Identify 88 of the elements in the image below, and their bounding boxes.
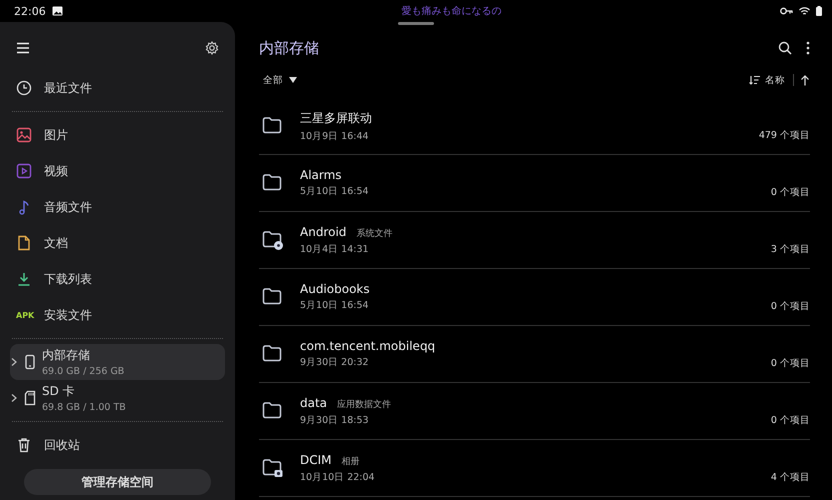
- sort-icon: [749, 75, 760, 85]
- sidebar-item[interactable]: 文档: [10, 225, 225, 261]
- key-icon: [780, 7, 793, 15]
- item-count: 0 个项目: [770, 186, 810, 199]
- trash-icon: [16, 437, 32, 453]
- file-name: data: [300, 396, 328, 410]
- sd-card-icon: [22, 390, 38, 406]
- file-date: 10月9日 16:44: [300, 130, 370, 142]
- document-icon: [16, 235, 32, 251]
- sidebar-item[interactable]: 下载列表: [10, 261, 225, 297]
- item-label: 图片: [44, 126, 68, 144]
- folder-tag: 系统文件: [356, 226, 392, 240]
- storage-name: 内部存储: [42, 347, 91, 364]
- sidebar-item[interactable]: APK 安装文件: [10, 297, 225, 333]
- storage-item[interactable]: SD 卡 69.8 GB / 1.00 TB: [10, 380, 225, 416]
- file-name: DCIM: [300, 452, 332, 466]
- settings-icon[interactable]: [205, 41, 219, 55]
- chevron-right-icon: [10, 357, 18, 367]
- folder-gear-icon: [262, 230, 283, 250]
- file-name: Alarms: [300, 168, 342, 182]
- folder-tag: 相册: [342, 454, 360, 468]
- file-date: 9月30日 18:53: [300, 414, 370, 426]
- storage-name: SD 卡: [42, 383, 76, 400]
- sidebar-item[interactable]: 音频文件: [10, 189, 225, 225]
- storage-usage: 69.0 GB / 256 GB: [42, 366, 124, 377]
- file-name: Audiobooks: [300, 282, 370, 296]
- file-name: com.tencent.mobileqq: [300, 339, 436, 353]
- item-count: 0 个项目: [770, 414, 810, 427]
- filter-dropdown[interactable]: 全部: [259, 74, 301, 86]
- battery-icon: [816, 6, 822, 16]
- file-date: 10月10日 22:04: [300, 470, 376, 484]
- sidebar-item[interactable]: 回收站: [10, 427, 225, 463]
- item-label: 下载列表: [44, 270, 92, 288]
- item-label: 音频文件: [44, 198, 92, 216]
- item-label: 回收站: [44, 436, 80, 454]
- item-label: 文档: [44, 234, 68, 252]
- file-date: 9月30日 20:32: [300, 356, 370, 369]
- item-count: 3 个项目: [770, 243, 810, 256]
- file-date: 5月10日 16:54: [300, 185, 370, 198]
- search-icon[interactable]: [778, 41, 792, 55]
- file-row[interactable]: DCIM 相册 10月10日 22:04 4 个项目: [259, 440, 810, 497]
- download-icon: [16, 271, 32, 287]
- page-title: 内部存储: [259, 38, 320, 58]
- chevron-right-icon: [10, 393, 18, 403]
- folder-camera-icon: [262, 458, 283, 478]
- apk-icon: APK: [16, 310, 32, 320]
- item-count: 479 个项目: [758, 129, 810, 142]
- more-options-icon[interactable]: [806, 41, 810, 55]
- gesture-handle[interactable]: [398, 22, 434, 25]
- file-row[interactable]: data 应用数据文件 9月30日 18:53 0 个项目: [259, 383, 810, 440]
- file-row[interactable]: com.tencent.mobileqq 9月30日 20:32 0 个项目: [259, 326, 810, 383]
- sidebar-item[interactable]: 最近文件: [10, 70, 225, 106]
- item-label: 视频: [44, 162, 68, 180]
- folder-icon: [262, 173, 283, 193]
- storage-usage: 69.8 GB / 1.00 TB: [42, 402, 126, 413]
- file-date: 10月4日 14:31: [300, 242, 370, 256]
- storage-item[interactable]: 内部存储 69.0 GB / 256 GB: [10, 344, 225, 380]
- item-count: 0 个项目: [770, 300, 810, 313]
- file-date: 5月10日 16:54: [300, 299, 370, 312]
- folder-icon: [262, 401, 283, 421]
- file-row[interactable]: 三星多屏联动 10月9日 16:44 479 个项目: [259, 98, 810, 155]
- file-row[interactable]: Android 系统文件 10月4日 14:31 3 个项目: [259, 212, 810, 269]
- folder-icon: [262, 116, 283, 136]
- image-icon: [52, 6, 63, 16]
- sort-button[interactable]: 名称: [747, 74, 787, 86]
- arrow-up-icon[interactable]: [800, 74, 810, 86]
- item-count: 4 个项目: [770, 471, 810, 484]
- dropdown-arrow-icon: [289, 77, 297, 83]
- notification-text: 愛も痛みも命になるの: [401, 4, 502, 18]
- file-row[interactable]: Audiobooks 5月10日 16:54 0 个项目: [259, 269, 810, 326]
- sidebar-item[interactable]: 图片: [10, 117, 225, 153]
- wifi-icon: [799, 6, 810, 16]
- status-time: 22:06: [14, 4, 46, 18]
- item-label: 最近文件: [44, 80, 92, 96]
- item-count: 0 个项目: [770, 357, 810, 370]
- play-icon: [16, 163, 32, 179]
- folder-tag: 应用数据文件: [337, 398, 392, 410]
- file-name: Android: [300, 224, 346, 238]
- file-row[interactable]: Alarms 5月10日 16:54 0 个项目: [259, 155, 810, 212]
- image-icon: [16, 127, 32, 143]
- manage-storage-button[interactable]: 管理存储空间: [24, 469, 211, 495]
- sidebar-item[interactable]: 视频: [10, 153, 225, 189]
- menu-icon[interactable]: [16, 42, 30, 54]
- item-label: 安装文件: [44, 306, 92, 324]
- folder-icon: [262, 287, 283, 307]
- folder-icon: [262, 344, 283, 364]
- file-name: 三星多屏联动: [300, 110, 372, 126]
- clock-icon: [16, 80, 32, 96]
